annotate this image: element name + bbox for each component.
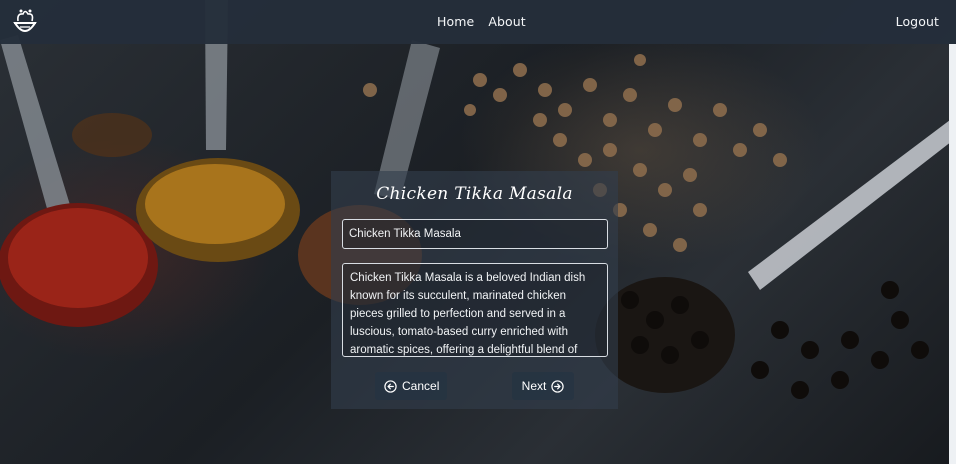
cancel-button-label: Cancel	[402, 379, 440, 393]
chef-bowl-logo-icon[interactable]	[11, 7, 39, 37]
recipe-description-textarea[interactable]: Chicken Tikka Masala is a beloved Indian…	[342, 263, 608, 357]
next-button-label: Next	[521, 379, 547, 393]
page-edge	[949, 44, 956, 464]
cancel-button[interactable]: Cancel	[375, 372, 447, 400]
recipe-edit-card: Chicken Tikka Masala Chicken Tikka Masal…	[331, 171, 618, 409]
nav-link-home[interactable]: Home	[437, 14, 474, 29]
recipe-name-input[interactable]	[342, 219, 608, 249]
page-title: Chicken Tikka Masala	[376, 184, 573, 204]
arrow-left-circle-icon	[384, 379, 397, 393]
nav-link-about[interactable]: About	[488, 14, 525, 29]
next-button[interactable]: Next	[512, 372, 574, 400]
logout-link[interactable]: Logout	[896, 14, 939, 29]
top-navbar: Home About Logout	[0, 0, 956, 44]
nav-links: Home About	[437, 14, 526, 29]
arrow-right-circle-icon	[551, 379, 565, 393]
